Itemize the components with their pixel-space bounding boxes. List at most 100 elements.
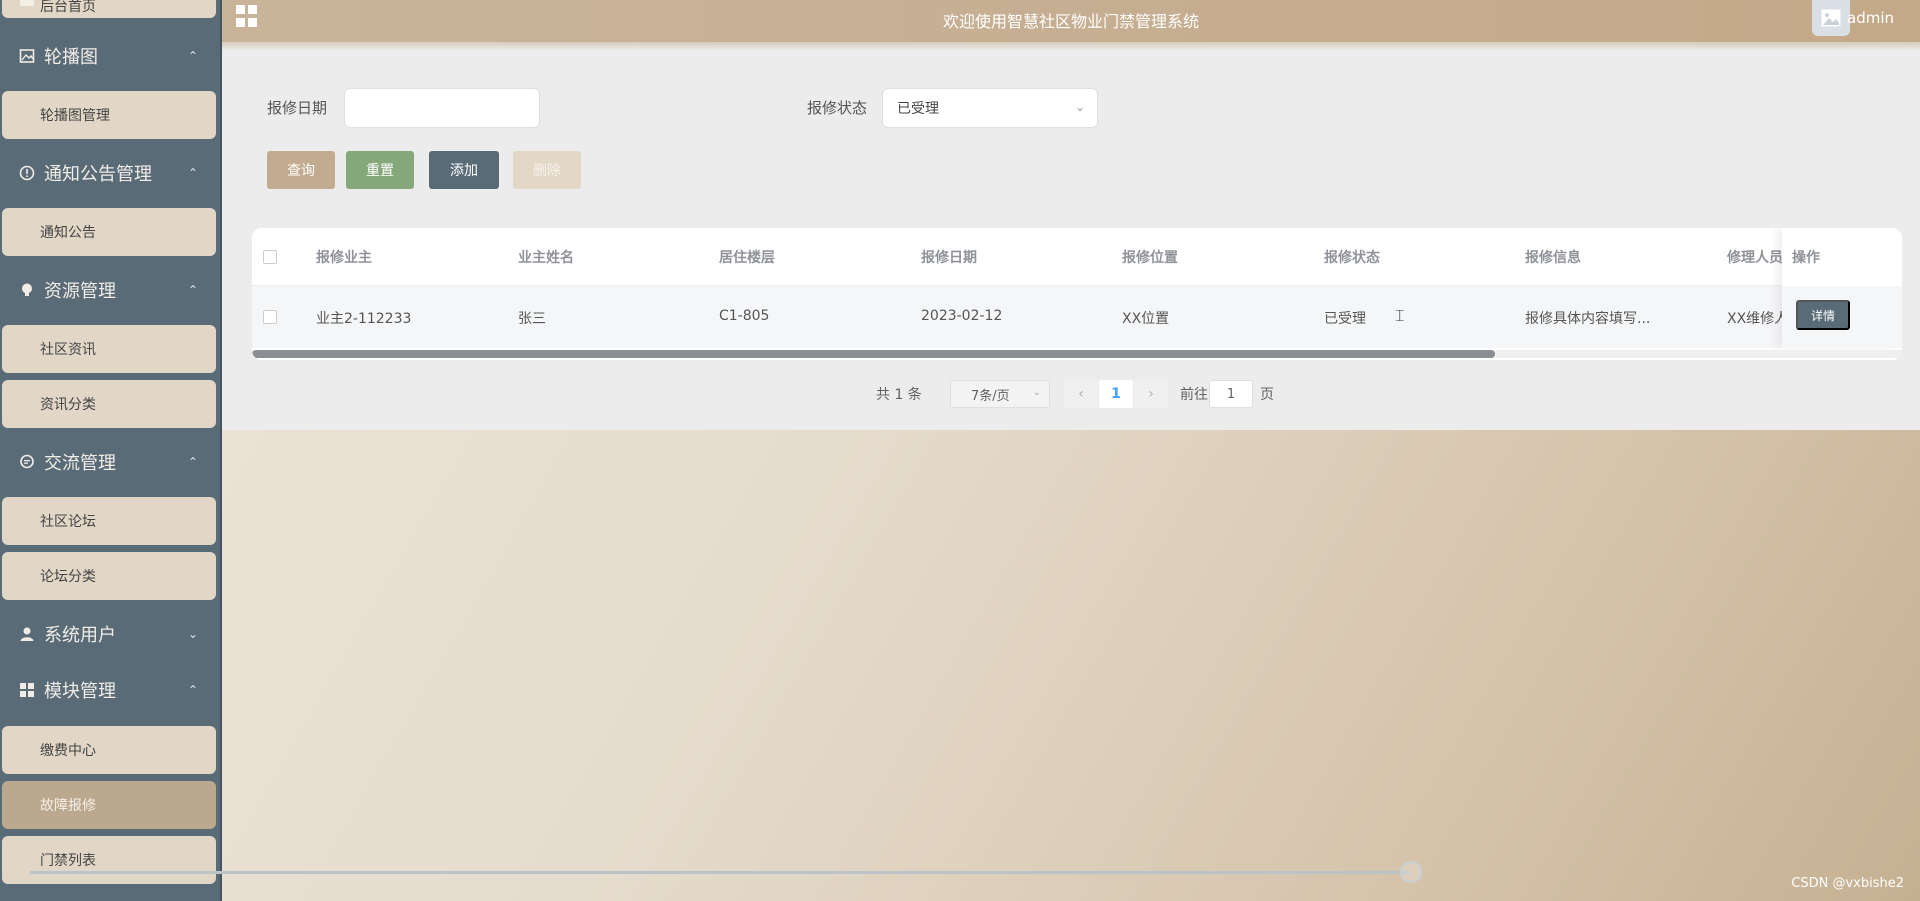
user-icon <box>18 625 36 643</box>
col-header-owner-account[interactable]: 报修业主 <box>316 247 372 267</box>
sidebar-group-label: 资源管理 <box>44 281 116 302</box>
repair-date-label: 报修日期 <box>267 99 328 117</box>
bulb-icon <box>18 281 36 299</box>
prev-page-button[interactable]: ‹ <box>1064 380 1098 408</box>
sidebar-group-system-user[interactable]: 系统用户 ⌄ <box>0 608 220 660</box>
col-header-repair-location[interactable]: 报修位置 <box>1122 247 1178 267</box>
chevron-down-icon: ⌄ <box>1074 100 1085 114</box>
video-progress-handle[interactable] <box>1400 861 1422 883</box>
chevron-up-icon: ⌃ <box>187 455 198 469</box>
pagination: 共 1 条 7条/页 ⌄ ‹ 1 › 前往 1 页 <box>876 380 1296 408</box>
sidebar-item-forum-category[interactable]: 论坛分类 <box>2 552 216 600</box>
image-placeholder-icon <box>1821 9 1841 27</box>
reset-button[interactable]: 重置 <box>346 151 414 189</box>
operation-column: 操作 详情 <box>1782 228 1902 348</box>
sidebar-item-home[interactable]: 后台首页 <box>2 0 216 18</box>
sidebar: 后台首页 轮播图 ⌃ 轮播图管理 通知公告管理 ⌃ 通知公告 资源管理 ⌃ 社区… <box>0 0 222 901</box>
chevron-up-icon: ⌃ <box>187 166 198 180</box>
sidebar-item-label: 社区论坛 <box>40 514 96 530</box>
cell-repair-location: XX位置 <box>1122 311 1170 327</box>
sidebar-item-notice[interactable]: 通知公告 <box>2 208 216 256</box>
row-checkbox[interactable] <box>263 310 277 324</box>
sidebar-item-news-category[interactable]: 资讯分类 <box>2 380 216 428</box>
sidebar-item-label: 故障报修 <box>40 798 96 814</box>
chevron-down-icon: ⌄ <box>187 627 198 641</box>
top-header: 欢迎使用智慧社区物业门禁管理系统 admin <box>222 0 1920 42</box>
col-header-operation: 操作 <box>1792 250 1820 266</box>
sidebar-group-resource[interactable]: 资源管理 ⌃ <box>0 264 220 316</box>
horizontal-scrollbar[interactable] <box>252 350 1902 358</box>
sidebar-item-label: 通知公告 <box>40 225 96 241</box>
username[interactable]: admin <box>1847 9 1894 27</box>
sidebar-item-access-list[interactable]: 门禁列表 <box>2 836 216 884</box>
sidebar-item-label: 轮播图管理 <box>40 108 110 124</box>
col-header-repairman[interactable]: 修理人员 <box>1727 247 1782 267</box>
sidebar-group-notice[interactable]: 通知公告管理 ⌃ <box>0 147 220 199</box>
page-suffix: 页 <box>1260 387 1274 403</box>
add-button[interactable]: 添加 <box>429 151 499 189</box>
select-all-checkbox[interactable] <box>263 250 277 264</box>
video-progress-bar[interactable] <box>30 871 1410 874</box>
scrollbar-thumb[interactable] <box>252 350 1495 358</box>
table-row: 业主2-112233 张三 C1-805 2023-02-12 XX位置 已受理… <box>252 286 1902 348</box>
cell-owner-name: 张三 <box>518 311 546 327</box>
avatar[interactable] <box>1812 0 1850 36</box>
sidebar-item-label: 后台首页 <box>40 0 96 15</box>
sidebar-item-forum[interactable]: 社区论坛 <box>2 497 216 545</box>
col-header-repair-date[interactable]: 报修日期 <box>921 247 977 267</box>
sidebar-item-label: 论坛分类 <box>40 569 96 585</box>
repair-status-value: 已受理 <box>897 101 939 117</box>
sidebar-group-module[interactable]: 模块管理 ⌃ <box>0 664 220 716</box>
home-icon <box>20 0 34 6</box>
chevron-up-icon: ⌃ <box>187 283 198 297</box>
sidebar-item-label: 缴费中心 <box>40 743 96 759</box>
main-content: 报修日期 报修状态 已受理 ⌄ 查询 重置 添加 删除 报修业主 业主姓名 居住… <box>222 50 1920 430</box>
sidebar-item-payment[interactable]: 缴费中心 <box>2 726 216 774</box>
col-header-owner-name[interactable]: 业主姓名 <box>518 247 574 267</box>
repair-status-select[interactable]: 已受理 ⌄ <box>882 88 1098 128</box>
chevron-up-icon: ⌃ <box>187 683 198 697</box>
sidebar-item-label: 门禁列表 <box>40 853 96 869</box>
sidebar-group-carousel[interactable]: 轮播图 ⌃ <box>0 30 220 82</box>
info-circle-icon <box>18 164 36 182</box>
sidebar-item-community-news[interactable]: 社区资讯 <box>2 325 216 373</box>
detail-button[interactable]: 详情 <box>1796 300 1850 330</box>
sidebar-item-repair[interactable]: 故障报修 <box>2 781 216 829</box>
sidebar-item-label: 社区资讯 <box>40 342 96 358</box>
chevron-up-icon: ⌃ <box>187 49 198 63</box>
grid-icon <box>18 681 36 699</box>
watermark: CSDN @vxbishe2 <box>1791 876 1904 891</box>
goto-label: 前往 <box>1180 387 1208 403</box>
query-button[interactable]: 查询 <box>267 151 335 189</box>
cell-repair-info: 报修具体内容填写... <box>1525 311 1651 327</box>
sidebar-group-communication[interactable]: 交流管理 ⌃ <box>0 436 220 488</box>
header-divider <box>222 42 1920 50</box>
repair-date-input[interactable] <box>344 88 540 128</box>
sidebar-group-label: 交流管理 <box>44 453 116 474</box>
col-header-floor[interactable]: 居住楼层 <box>719 247 775 267</box>
cell-floor: C1-805 <box>719 308 770 324</box>
page-size-select[interactable]: 7条/页 ⌄ <box>950 380 1050 408</box>
chat-icon <box>18 453 36 471</box>
cell-repairman: XX维修人员 <box>1727 311 1782 327</box>
image-icon <box>18 47 36 65</box>
sidebar-group-label: 系统用户 <box>44 625 116 646</box>
next-page-button[interactable]: › <box>1134 380 1168 408</box>
sidebar-group-label: 轮播图 <box>44 47 98 68</box>
sidebar-group-label: 模块管理 <box>44 681 116 702</box>
text-cursor-icon: ⌶ <box>1395 306 1405 325</box>
repair-status-label: 报修状态 <box>807 99 868 117</box>
goto-page-input[interactable]: 1 <box>1209 380 1253 408</box>
page-number-1[interactable]: 1 <box>1099 380 1133 408</box>
sidebar-item-carousel-manage[interactable]: 轮播图管理 <box>2 91 216 139</box>
table-header-row: 报修业主 业主姓名 居住楼层 报修日期 报修位置 报修状态 报修信息 修理人员 <box>252 228 1902 286</box>
operation-cell: 详情 <box>1782 286 1902 348</box>
repair-table: 报修业主 业主姓名 居住楼层 报修日期 报修位置 报修状态 报修信息 修理人员 … <box>252 228 1902 360</box>
col-header-repair-status[interactable]: 报修状态 <box>1324 247 1380 267</box>
cell-repair-status: 已受理 <box>1324 311 1366 327</box>
page-size-value: 7条/页 <box>971 388 1010 404</box>
col-header-repair-info[interactable]: 报修信息 <box>1525 247 1581 267</box>
sidebar-group-label: 通知公告管理 <box>44 164 152 185</box>
pagination-total: 共 1 条 <box>876 387 922 403</box>
delete-button[interactable]: 删除 <box>513 151 581 189</box>
